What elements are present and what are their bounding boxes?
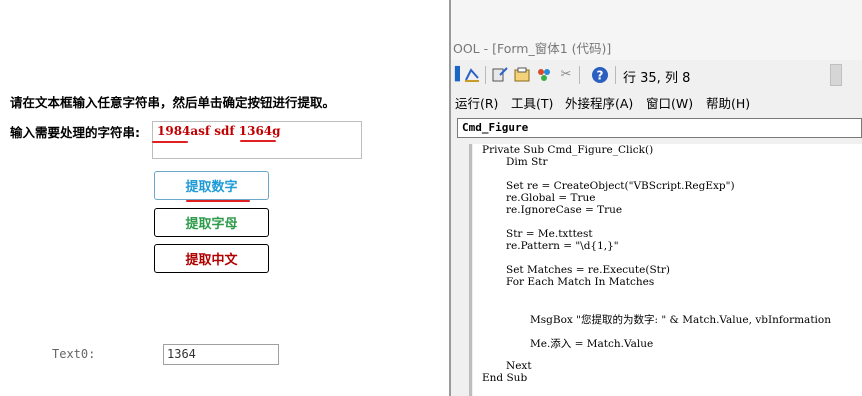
svg-text:?: ? xyxy=(597,69,604,83)
code-line: Next xyxy=(506,360,532,372)
code-line: re.IgnoreCase = True xyxy=(506,204,623,216)
toolbar-separator xyxy=(579,66,580,84)
annotation-underline-1984 xyxy=(152,141,188,143)
code-pane[interactable]: Private Sub Cmd_Figure_Click() Dim Str S… xyxy=(451,142,862,396)
toolbar-separator xyxy=(615,66,616,84)
vba-editor-window: OOL - [Form_窗体1 (代码)] ▌ ✂ ? 行 35, 列 8 运行… xyxy=(449,0,862,396)
window-title: OOL - [Form_窗体1 (代码)] xyxy=(453,41,612,56)
menu-addins[interactable]: 外接程序(A) xyxy=(565,93,633,112)
extract-letters-button[interactable]: 提取字母 xyxy=(154,208,269,237)
annotation-underline-1364 xyxy=(240,140,276,142)
editor-title-bar: OOL - [Form_窗体1 (代码)] xyxy=(451,0,862,60)
extract-chinese-button[interactable]: 提取中文 xyxy=(154,244,269,273)
menu-bar: 运行(R) 工具(T) 外接程序(A) 窗口(W) 帮助(H) xyxy=(451,89,862,113)
instruction-text: 请在文本框输入任意字符串，然后单击确定按钮进行提取。 xyxy=(10,95,336,110)
code-line: For Each Match In Matches xyxy=(506,276,655,288)
object-combo[interactable]: Cmd_Figure xyxy=(457,118,862,138)
code-line: Private Sub Cmd_Figure_Click() xyxy=(482,144,654,156)
editor-toolbar: ▌ ✂ ? 行 35, 列 8 xyxy=(451,62,862,88)
menu-run[interactable]: 运行(R) xyxy=(455,93,498,112)
toolbar-separator xyxy=(485,66,486,84)
access-form: 请在文本框输入任意字符串，然后单击确定按钮进行提取。 输入需要处理的字符串: 1… xyxy=(0,0,449,396)
input-label: 输入需要处理的字符串: xyxy=(10,125,140,140)
help-icon[interactable]: ? xyxy=(591,66,609,84)
menu-tools[interactable]: 工具(T) xyxy=(511,93,553,112)
code-line: Me.添入 = Match.Value xyxy=(530,338,654,350)
code-line: End Sub xyxy=(482,372,528,384)
extract-numbers-button[interactable]: 提取数字 xyxy=(154,171,269,200)
code-line: re.Pattern = "\d{1,}" xyxy=(506,240,619,252)
toolbox-icon[interactable]: ✂ xyxy=(557,66,575,84)
insert-module-icon[interactable] xyxy=(463,66,481,84)
code-line: MsgBox "您提取的为数字: " & Match.Value, vbInfo… xyxy=(530,314,831,326)
properties-icon[interactable] xyxy=(513,66,531,84)
cursor-position: 行 35, 列 8 xyxy=(623,71,691,86)
menu-help[interactable]: 帮助(H) xyxy=(706,93,750,112)
text0-input[interactable]: 1364 xyxy=(163,344,279,365)
code-line: Set Matches = re.Execute(Str) xyxy=(506,264,670,276)
code-line: Dim Str xyxy=(506,156,548,168)
code-line: Str = Me.txttest xyxy=(506,228,593,240)
code-line: Set re = CreateObject("VBScript.RegExp") xyxy=(506,180,735,192)
annotation-underline-button xyxy=(186,200,250,202)
text0-label: Text0: xyxy=(52,347,96,361)
toolbar-overflow-chevron-icon[interactable] xyxy=(830,64,842,86)
object-combo-area: Cmd_Figure xyxy=(451,114,862,142)
code-line: re.Global = True xyxy=(506,192,596,204)
menu-window[interactable]: 窗口(W) xyxy=(646,93,693,112)
project-explorer-icon[interactable] xyxy=(491,66,509,84)
object-browser-icon[interactable] xyxy=(535,66,553,84)
code-margin xyxy=(469,144,472,396)
